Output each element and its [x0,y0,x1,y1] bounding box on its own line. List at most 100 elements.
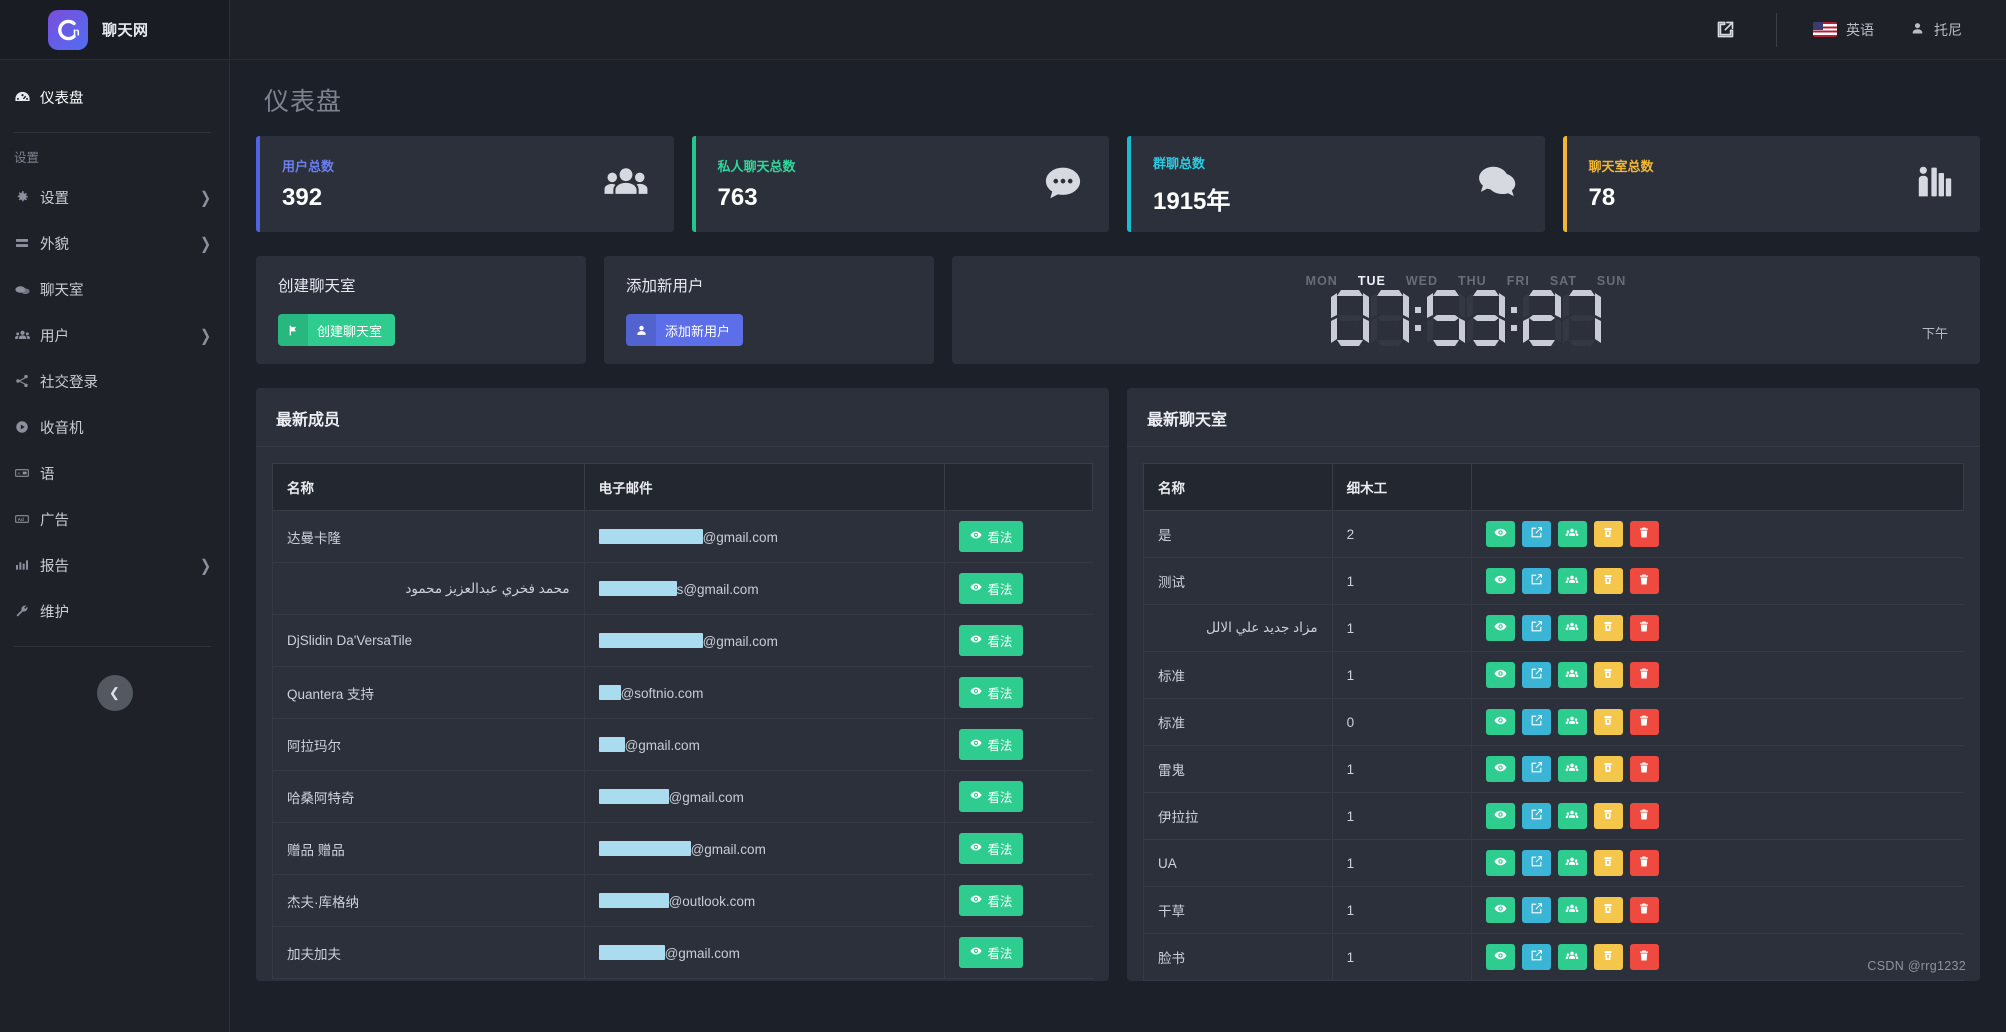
sidebar-item-radio[interactable]: 收音机 [0,404,229,450]
edit-square-action-button[interactable] [1521,615,1551,641]
eye-action-button[interactable] [1485,709,1515,735]
archive-trash-action-button[interactable] [1593,521,1623,547]
eye-icon [970,685,982,700]
edit-square-icon [1530,761,1543,777]
view-member-button[interactable]: 看法 [959,833,1024,864]
edit-square-action-button[interactable] [1521,897,1551,923]
view-member-button[interactable]: 看法 [959,729,1024,760]
edit-square-action-button[interactable] [1521,709,1551,735]
users-group-action-button[interactable] [1557,944,1587,970]
share-icon [14,373,40,389]
delete-trash-action-button[interactable] [1629,756,1659,782]
sidebar-item-reports[interactable]: 报告 ❯ [0,542,229,588]
user-avatar-icon [1910,21,1925,39]
brand-header[interactable]: n 聊天网 [0,0,229,60]
users-group-action-button[interactable] [1557,568,1587,594]
eye-icon [970,581,982,596]
sidebar-collapse-button[interactable]: ❮ [96,675,133,711]
users-group-action-button[interactable] [1557,662,1587,688]
sidebar-item-language[interactable]: A 语 [0,450,229,496]
external-link-icon[interactable] [1693,19,1758,40]
users-group-action-button[interactable] [1557,615,1587,641]
edit-square-action-button[interactable] [1521,662,1551,688]
stat-card-chat-rooms[interactable]: 聊天室总数 78 [1562,136,1980,232]
sidebar-item-settings[interactable]: 设置 ❯ [0,174,229,220]
table-row: 哈桑阿特奇 @gmail.com 看法 [272,770,1093,823]
view-member-button[interactable]: 看法 [959,781,1024,812]
edit-square-action-button[interactable] [1521,521,1551,547]
archive-trash-action-button[interactable] [1593,709,1623,735]
language-label: 英语 [1846,21,1874,38]
edit-square-action-button[interactable] [1521,944,1551,970]
sidebar-item-maintenance[interactable]: 维护 [0,588,229,634]
view-member-button[interactable]: 看法 [959,573,1024,604]
add-user-button[interactable]: 添加新用户 [626,314,744,346]
sidebar-item-dashboard[interactable]: 仪表盘 [0,74,229,120]
eye-action-button[interactable] [1485,521,1515,547]
sidebar-item-chatrooms[interactable]: 聊天室 [0,266,229,312]
chatroom-name-cell: 标准 [1143,698,1333,746]
eye-action-button[interactable] [1485,803,1515,829]
archive-trash-icon [1602,902,1614,918]
edit-square-action-button[interactable] [1521,803,1551,829]
archive-trash-action-button[interactable] [1593,897,1623,923]
svg-text:A: A [17,471,21,476]
delete-trash-action-button[interactable] [1629,897,1659,923]
member-actions-cell: 看法 [944,874,1093,927]
eye-action-button[interactable] [1485,897,1515,923]
stat-card-group-chats[interactable]: 群聊总数 1915年 [1127,136,1545,232]
users-group-action-button[interactable] [1557,521,1587,547]
archive-trash-action-button[interactable] [1593,662,1623,688]
archive-trash-action-button[interactable] [1593,850,1623,876]
sidebar-item-users[interactable]: 用户 ❯ [0,312,229,358]
view-member-button[interactable]: 看法 [959,521,1024,552]
users-group-action-button[interactable] [1557,709,1587,735]
archive-trash-action-button[interactable] [1593,756,1623,782]
edit-square-icon [1530,573,1543,589]
stat-card-total-users[interactable]: 用户总数 392 [256,136,674,232]
redacted-email-bar [598,632,703,648]
users-group-action-button[interactable] [1557,897,1587,923]
stat-value: 78 [1588,184,1616,211]
delete-trash-action-button[interactable] [1629,521,1659,547]
view-member-button[interactable]: 看法 [959,625,1024,656]
users-group-action-button[interactable] [1557,756,1587,782]
view-member-button[interactable]: 看法 [959,677,1024,708]
archive-trash-action-button[interactable] [1593,944,1623,970]
language-selector[interactable]: 英语 [1795,20,1892,40]
delete-trash-action-button[interactable] [1629,662,1659,688]
archive-trash-action-button[interactable] [1593,803,1623,829]
edit-square-action-button[interactable] [1521,568,1551,594]
sidebar-item-appearance[interactable]: 外貌 ❯ [0,220,229,266]
create-chatroom-button[interactable]: 创建聊天室 [278,314,396,346]
delete-trash-action-button[interactable] [1629,615,1659,641]
view-member-button[interactable]: 看法 [959,937,1024,968]
eye-action-button[interactable] [1485,662,1515,688]
table-row: 标准 1 [1143,651,1964,699]
user-menu[interactable]: 托尼 [1892,20,1980,40]
eye-action-button[interactable] [1485,756,1515,782]
eye-action-button[interactable] [1485,944,1515,970]
users-group-action-button[interactable] [1557,803,1587,829]
sidebar-item-ads[interactable]: Ad 广告 [0,496,229,542]
delete-trash-action-button[interactable] [1629,709,1659,735]
delete-trash-action-button[interactable] [1629,944,1659,970]
stat-card-private-chats[interactable]: 私人聊天总数 763 [691,136,1109,232]
archive-trash-action-button[interactable] [1593,568,1623,594]
sidebar-item-social-login[interactable]: 社交登录 [0,358,229,404]
view-member-button[interactable]: 看法 [959,885,1024,916]
delete-trash-action-button[interactable] [1629,568,1659,594]
stat-value: 763 [717,184,758,211]
users-group-action-button[interactable] [1557,850,1587,876]
delete-trash-action-button[interactable] [1629,803,1659,829]
add-user-card: 添加新用户 添加新用户 [604,256,934,364]
eye-action-button[interactable] [1485,850,1515,876]
delete-trash-action-button[interactable] [1629,850,1659,876]
eye-action-button[interactable] [1485,615,1515,641]
eye-icon [970,893,982,908]
edit-square-action-button[interactable] [1521,850,1551,876]
chatroom-name-cell: 标准 [1143,651,1333,699]
archive-trash-action-button[interactable] [1593,615,1623,641]
edit-square-action-button[interactable] [1521,756,1551,782]
eye-action-button[interactable] [1485,568,1515,594]
